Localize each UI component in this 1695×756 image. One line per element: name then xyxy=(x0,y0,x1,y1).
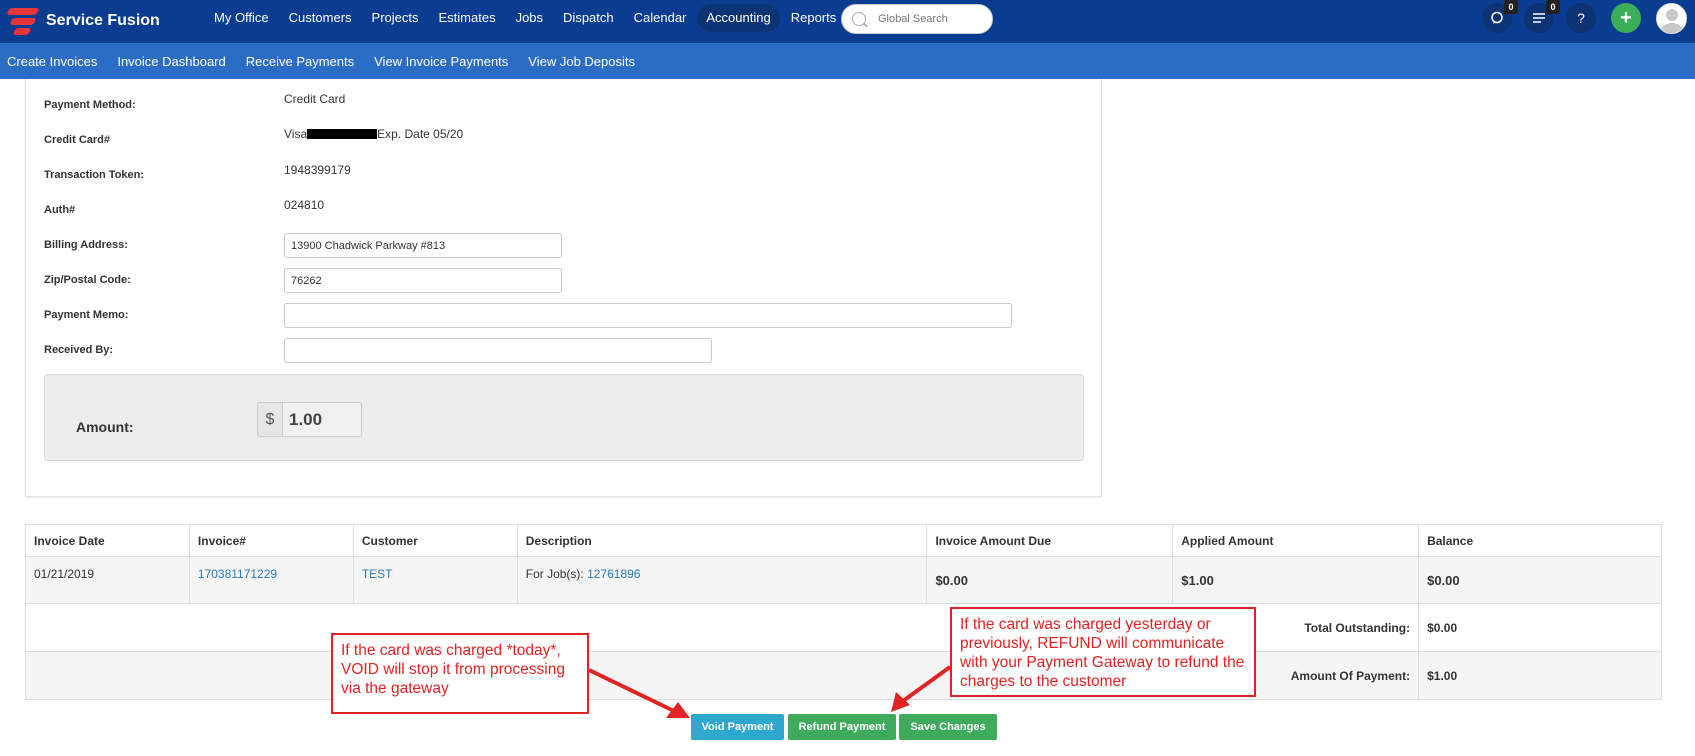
subnav-create-invoices[interactable]: Create Invoices xyxy=(7,54,97,69)
table-header-row: Invoice Date Invoice# Customer Descripti… xyxy=(25,524,1662,557)
col-invoice-amount-due: Invoice Amount Due xyxy=(926,524,1174,557)
payment-memo-label: Payment Memo: xyxy=(44,309,129,321)
total-outstanding-row: Total Outstanding: $0.00 xyxy=(24,603,1662,652)
customer-link[interactable]: TEST xyxy=(362,567,393,581)
amount-label: Amount: xyxy=(76,419,134,435)
nav-reports[interactable]: Reports xyxy=(782,4,846,32)
subnav-receive-payments[interactable]: Receive Payments xyxy=(246,54,354,69)
received-by-field[interactable] xyxy=(284,338,712,363)
invoice-date-cell: 01/21/2019 xyxy=(25,556,190,604)
search-input[interactable] xyxy=(878,13,988,25)
nav-my-office[interactable]: My Office xyxy=(205,4,278,32)
notifications-button[interactable]: 0 xyxy=(1524,0,1560,33)
currency-symbol: $ xyxy=(257,402,282,437)
invoice-link[interactable]: 170381171229 xyxy=(198,567,277,581)
add-button[interactable]: + xyxy=(1611,3,1641,33)
brand-name: Service Fusion xyxy=(46,12,160,29)
main-nav: My Office Customers Projects Estimates J… xyxy=(205,0,847,36)
search-icon xyxy=(852,12,866,26)
list-icon xyxy=(1533,13,1545,23)
chat-count-badge: 0 xyxy=(1504,0,1518,14)
subnav-view-invoice-payments[interactable]: View Invoice Payments xyxy=(374,54,508,69)
total-outstanding-value: $0.00 xyxy=(1418,603,1662,652)
amount-of-payment-value: $1.00 xyxy=(1418,651,1662,700)
amount-section: Amount: $ xyxy=(44,374,1084,461)
notifications-count-badge: 0 xyxy=(1546,0,1560,14)
invoice-no-cell: 170381171229 xyxy=(188,556,354,604)
void-annotation: If the card was charged *today*, VOID wi… xyxy=(331,633,589,714)
payment-method-label: Payment Method: xyxy=(44,99,136,111)
payment-method-value: Credit Card xyxy=(284,92,346,106)
transaction-token-value: 1948399179 xyxy=(284,163,351,177)
refund-annotation: If the card was charged yesterday or pre… xyxy=(950,607,1256,697)
user-avatar[interactable] xyxy=(1656,3,1687,34)
redacted-card-number xyxy=(307,128,378,139)
col-customer: Customer xyxy=(352,524,518,557)
help-button[interactable]: ? xyxy=(1566,3,1596,33)
job-link[interactable]: 12761896 xyxy=(587,567,640,581)
chat-button[interactable]: 0 xyxy=(1482,0,1518,33)
subnav-invoice-dashboard[interactable]: Invoice Dashboard xyxy=(117,54,225,69)
nav-accounting[interactable]: Accounting xyxy=(697,4,780,32)
global-search[interactable] xyxy=(841,4,993,34)
balance-cell: $0.00 xyxy=(1418,556,1662,604)
billing-address-field[interactable] xyxy=(284,233,562,258)
col-invoice-no: Invoice# xyxy=(188,524,354,557)
nav-dispatch[interactable]: Dispatch xyxy=(554,4,623,32)
zip-label: Zip/Postal Code: xyxy=(44,274,131,286)
card-brand: Visa xyxy=(284,127,308,141)
chat-bubble-icon xyxy=(1491,11,1503,24)
col-applied-amount: Applied Amount xyxy=(1172,524,1420,557)
received-by-label: Received By: xyxy=(44,344,114,356)
billing-address-label: Billing Address: xyxy=(44,239,128,251)
auth-value: 024810 xyxy=(284,198,325,212)
subnav-view-job-deposits[interactable]: View Job Deposits xyxy=(528,54,635,69)
description-cell: For Job(s): 12761896 xyxy=(516,556,928,604)
table-row: 01/21/2019 170381171229 TEST For Job(s):… xyxy=(25,556,1662,604)
applied-amount-cell: $1.00 xyxy=(1172,556,1420,604)
amount-of-payment-row: Amount Of Payment: $1.00 xyxy=(24,651,1662,700)
nav-calendar[interactable]: Calendar xyxy=(625,4,696,32)
customer-cell: TEST xyxy=(352,556,518,604)
amount-field[interactable] xyxy=(282,402,362,437)
col-balance: Balance xyxy=(1418,524,1662,557)
col-description: Description xyxy=(516,524,928,557)
save-changes-button[interactable]: Save Changes xyxy=(899,714,997,740)
app-logo[interactable]: Service Fusion xyxy=(6,5,160,37)
credit-card-value: Visa Exp. Date 05/20 xyxy=(284,127,463,141)
invoice-payments-table: Invoice Date Invoice# Customer Descripti… xyxy=(24,524,1662,700)
nav-customers[interactable]: Customers xyxy=(280,4,361,32)
zip-field[interactable] xyxy=(284,268,562,293)
transaction-token-label: Transaction Token: xyxy=(44,169,145,181)
nav-jobs[interactable]: Jobs xyxy=(507,4,552,32)
refund-payment-button[interactable]: Refund Payment xyxy=(788,714,896,740)
amount-due-cell: $0.00 xyxy=(926,556,1174,604)
nav-estimates[interactable]: Estimates xyxy=(430,4,505,32)
accounting-subnav: Create Invoices Invoice Dashboard Receiv… xyxy=(0,43,1695,79)
col-invoice-date: Invoice Date xyxy=(25,524,190,557)
card-expiry: Exp. Date 05/20 xyxy=(377,127,464,141)
description-prefix: For Job(s): xyxy=(525,567,588,581)
top-navbar: Service Fusion My Office Customers Proje… xyxy=(0,0,1695,43)
void-payment-button[interactable]: Void Payment xyxy=(691,714,784,740)
payment-memo-field[interactable] xyxy=(284,303,1012,328)
auth-label: Auth# xyxy=(44,204,76,216)
nav-projects[interactable]: Projects xyxy=(363,4,428,32)
service-fusion-logo-icon xyxy=(6,6,40,36)
credit-card-label: Credit Card# xyxy=(44,134,111,146)
